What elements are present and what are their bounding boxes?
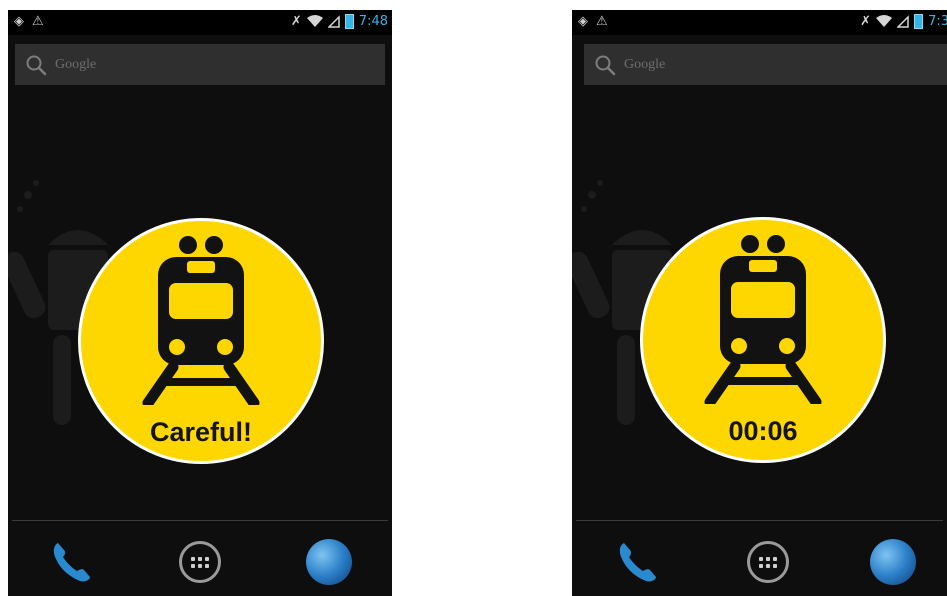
location-icon: ◈ xyxy=(14,14,24,29)
search-icon xyxy=(595,55,616,75)
usb-debug-icon: ⚠ xyxy=(32,14,44,29)
countdown-label: 00:06 xyxy=(728,416,798,446)
phone-app-button[interactable] xyxy=(46,537,96,587)
wifi-icon xyxy=(876,15,893,27)
search-placeholder: Google xyxy=(624,56,666,72)
usb-debug-icon: ⚠ xyxy=(596,14,608,29)
train-icon xyxy=(142,236,260,405)
battery-icon xyxy=(914,14,924,29)
app-drawer-button[interactable] xyxy=(175,537,225,587)
phone-app-button[interactable] xyxy=(612,537,662,587)
clock: 7:48 xyxy=(358,14,388,29)
battery-icon xyxy=(344,14,354,29)
phone-screen-left: ◈ ⚠ ✗ 7:48 Google Careful! xyxy=(8,10,392,596)
app-drawer-button[interactable] xyxy=(743,537,793,587)
app-drawer-icon xyxy=(179,541,221,583)
app-drawer-icon xyxy=(747,541,789,583)
signal-off-icon: ✗ xyxy=(860,14,872,29)
google-search-bar[interactable]: Google xyxy=(15,44,385,85)
train-timer-badge[interactable]: 00:06 xyxy=(640,217,886,463)
train-icon xyxy=(704,235,822,404)
status-bar: ◈ ⚠ ✗ 7:48 xyxy=(8,10,392,35)
browser-app-button[interactable] xyxy=(304,537,354,587)
google-search-bar[interactable]: Google xyxy=(584,44,947,85)
badge-label: Careful! xyxy=(149,417,252,447)
browser-globe-icon xyxy=(870,539,916,585)
cell-signal-icon xyxy=(897,15,909,28)
dock-divider xyxy=(576,520,943,521)
status-bar: ◈ ⚠ ✗ 7:3 xyxy=(572,10,947,35)
clock: 7:3 xyxy=(928,14,947,29)
phone-icon xyxy=(53,543,90,582)
location-icon: ◈ xyxy=(578,14,588,29)
browser-globe-icon xyxy=(306,539,352,585)
dock-divider xyxy=(12,520,388,521)
phone-icon xyxy=(619,543,656,582)
cell-signal-icon xyxy=(327,15,340,28)
train-alert-badge[interactable]: Careful! xyxy=(78,218,324,464)
wifi-icon xyxy=(306,15,323,27)
phone-screen-right: ◈ ⚠ ✗ 7:3 Google 00:06 xyxy=(572,10,947,596)
browser-app-button[interactable] xyxy=(868,537,918,587)
search-placeholder: Google xyxy=(55,56,97,72)
signal-off-icon: ✗ xyxy=(290,14,302,29)
search-icon xyxy=(26,55,47,75)
